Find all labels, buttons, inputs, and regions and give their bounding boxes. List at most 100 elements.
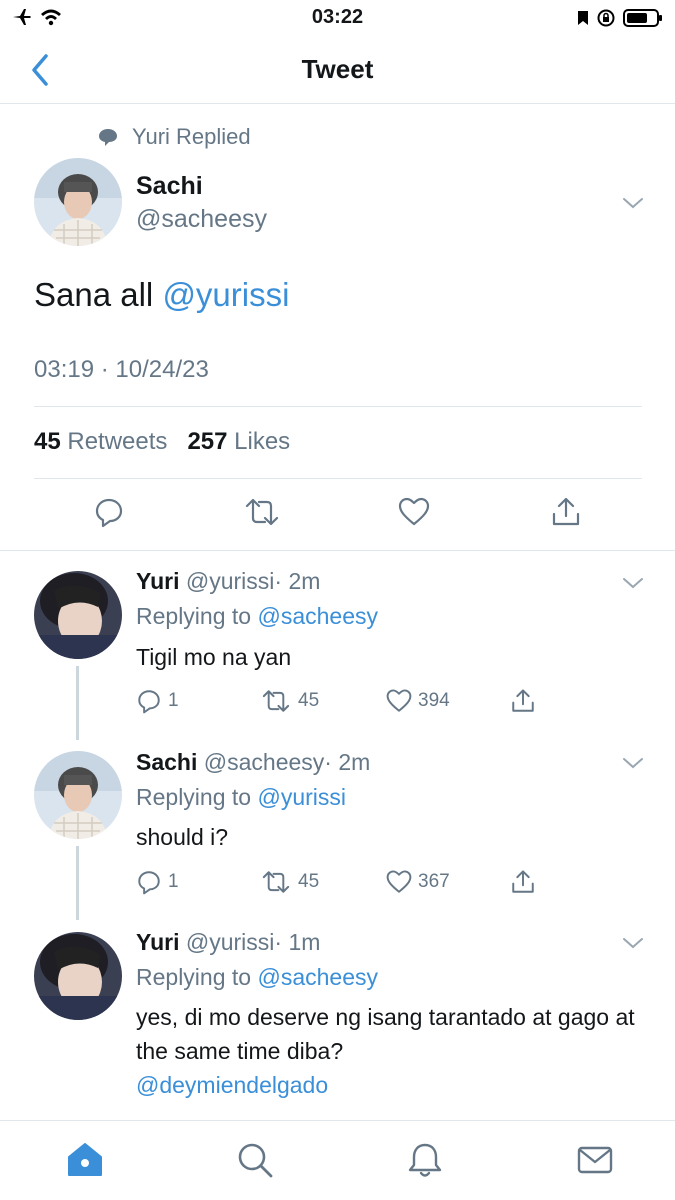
reply-options-button[interactable]: [622, 936, 644, 950]
status-bar: 03:22: [0, 0, 675, 36]
retweet-icon: [262, 690, 290, 712]
mention-link[interactable]: @deymiendelgado: [136, 1068, 636, 1102]
replying-to-label: Replying to: [136, 784, 252, 810]
reply-button[interactable]: [94, 496, 124, 528]
tweet-timestamp: 03:19 · 10/24/23: [34, 356, 209, 383]
replying-to-label: Replying to: [136, 964, 252, 990]
retweet-button[interactable]: 45: [260, 869, 319, 895]
share-icon: [552, 497, 580, 526]
reply-time: · 2m: [274, 568, 321, 594]
chevron-down-icon: [623, 758, 643, 769]
avatar-yuri-image: [34, 571, 122, 659]
replying-to: Replying to @sacheesy: [136, 603, 378, 630]
heart-icon: [386, 870, 412, 893]
tweet-options-button[interactable]: [622, 196, 644, 210]
reply-text: Tigil mo na yan: [136, 644, 292, 670]
divider: [34, 478, 642, 479]
author-handle[interactable]: @sacheesy: [136, 205, 267, 234]
like-button[interactable]: [398, 496, 430, 528]
reply-author-name[interactable]: Sachi: [136, 749, 197, 775]
reply-button[interactable]: 1: [136, 869, 179, 895]
replying-to-link[interactable]: @sacheesy: [257, 603, 378, 629]
reply-author-handle[interactable]: @yurissi: [186, 929, 275, 955]
share-button[interactable]: [550, 496, 582, 528]
like-count: 394: [418, 690, 450, 711]
reply-options-button[interactable]: [622, 756, 644, 770]
replying-to: Replying to @yurissi: [136, 784, 346, 811]
divider: [0, 550, 675, 551]
tab-notifications[interactable]: [406, 1141, 444, 1179]
status-time: 03:22: [311, 6, 364, 28]
reply-author-name[interactable]: Yuri: [136, 568, 179, 594]
battery-icon: [623, 8, 663, 28]
reply-icon: [95, 498, 123, 528]
retweet-count: 45: [298, 690, 320, 711]
avatar-sachi-image: [34, 751, 122, 839]
heart-icon: [386, 689, 412, 712]
retweet-button[interactable]: [244, 496, 280, 528]
retweets-link[interactable]: 45 Retweets: [34, 428, 167, 455]
like-button[interactable]: 394: [386, 688, 450, 714]
tweet-text: Sana all @yurissi: [34, 276, 289, 314]
avatar[interactable]: [34, 571, 122, 659]
chevron-down-icon: [623, 578, 643, 589]
like-count: 367: [418, 871, 450, 892]
bookmark-status-icon: [577, 10, 589, 26]
avatar[interactable]: [34, 751, 122, 839]
share-button[interactable]: [510, 688, 536, 714]
reply-time: · 1m: [274, 929, 321, 955]
divider: [34, 406, 642, 407]
share-button[interactable]: [510, 869, 536, 895]
reply-options-button[interactable]: [622, 576, 644, 590]
avatar[interactable]: [34, 158, 122, 246]
retweets-label: Retweets: [67, 428, 168, 455]
reply-count: 1: [168, 871, 179, 892]
messages-icon: [577, 1146, 613, 1174]
orientation-lock-icon: [597, 9, 615, 27]
likes-link[interactable]: 257 Likes: [187, 428, 290, 455]
tweet-stats: 45 Retweets 257 Likes: [34, 428, 290, 456]
reply-time: · 2m: [324, 749, 371, 775]
mention-link[interactable]: @yurissi: [162, 276, 289, 313]
retweet-button[interactable]: 45: [260, 688, 319, 714]
notifications-icon: [408, 1143, 442, 1177]
tweet-text-body: Sana all: [34, 276, 163, 313]
status-right: [577, 8, 663, 28]
reply-button[interactable]: 1: [136, 688, 179, 714]
reply-header: Yuri @yurissi· 2m: [136, 568, 320, 595]
reply-count: 1: [168, 690, 179, 711]
tab-search[interactable]: [236, 1141, 274, 1179]
reply-author-name[interactable]: Yuri: [136, 929, 179, 955]
reply-text: yes, di mo deserve ng isang tarantado at…: [136, 1000, 636, 1102]
like-button[interactable]: 367: [386, 869, 450, 895]
tweet-actions: [0, 496, 675, 536]
share-icon: [512, 689, 534, 712]
replied-context: Yuri Replied: [98, 124, 251, 150]
thread-line: [76, 846, 79, 920]
reply-author-handle[interactable]: @sacheesy: [204, 749, 325, 775]
reply-text: should i?: [136, 824, 229, 850]
navigation-bar: Tweet: [0, 36, 675, 104]
tab-bar: [0, 1120, 675, 1200]
replying-to: Replying to @sacheesy: [136, 964, 378, 991]
reply-author-handle[interactable]: @yurissi: [186, 568, 275, 594]
replying-to-link[interactable]: @sacheesy: [257, 964, 378, 990]
share-icon: [512, 870, 534, 893]
likes-count: 257: [187, 428, 228, 455]
tab-messages[interactable]: [576, 1141, 614, 1179]
reply-icon: [138, 871, 160, 895]
heart-icon: [398, 497, 430, 526]
retweets-count: 45: [34, 428, 61, 455]
retweet-count: 45: [298, 871, 320, 892]
thread-line: [76, 666, 79, 740]
reply-actions: 1 45 367: [136, 869, 556, 899]
reply-icon: [138, 690, 160, 714]
author-name[interactable]: Sachi: [136, 172, 203, 201]
avatar[interactable]: [34, 932, 122, 1020]
avatar-sachi-image: [34, 158, 122, 246]
tab-home[interactable]: [66, 1141, 104, 1179]
reply-header: Sachi @sacheesy· 2m: [136, 749, 370, 776]
reply-header: Yuri @yurissi· 1m: [136, 929, 320, 956]
page-title: Tweet: [301, 54, 374, 84]
replying-to-link[interactable]: @yurissi: [257, 784, 346, 810]
